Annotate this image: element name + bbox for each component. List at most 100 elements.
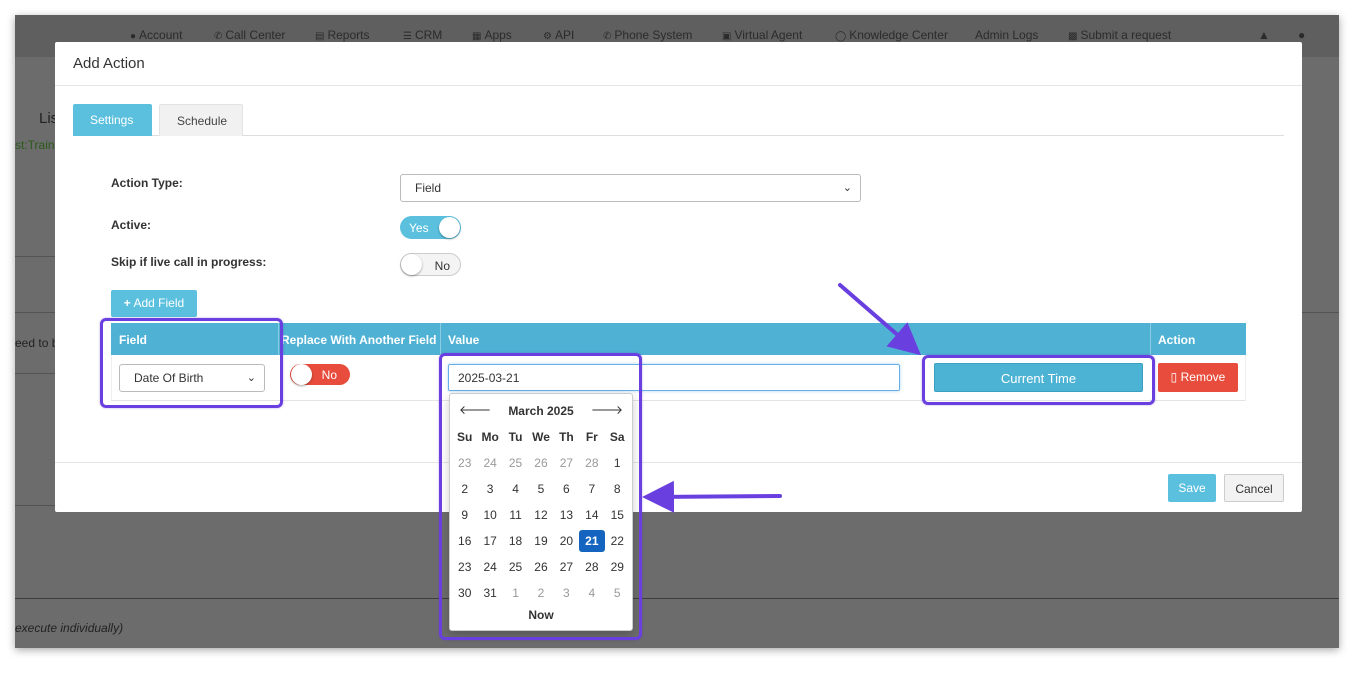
nav-api[interactable]: ⚙ API bbox=[543, 28, 574, 42]
field-select[interactable]: Date Of Birth ⌄ bbox=[119, 364, 265, 392]
skip-live-call-label: Skip if live call in progress: bbox=[111, 255, 267, 269]
calendar-day[interactable]: 12 bbox=[528, 504, 553, 526]
nav-knowledge-center[interactable]: ◯ Knowledge Center bbox=[835, 28, 948, 42]
calendar-day[interactable]: 11 bbox=[503, 504, 528, 526]
calendar-day[interactable]: 2 bbox=[452, 478, 477, 500]
header-divider bbox=[278, 323, 279, 355]
calendar-day[interactable]: 5 bbox=[528, 478, 553, 500]
phone-icon: ✆ bbox=[214, 31, 223, 42]
calendar-day[interactable]: 29 bbox=[605, 556, 630, 578]
header-divider bbox=[1150, 323, 1151, 355]
calendar-day[interactable]: 6 bbox=[554, 478, 579, 500]
replace-field-toggle[interactable]: No bbox=[290, 364, 350, 385]
calendar-day[interactable]: 15 bbox=[605, 504, 630, 526]
chevron-down-icon: ⌄ bbox=[842, 182, 852, 194]
nav-reports[interactable]: ▤ Reports bbox=[315, 28, 369, 42]
calendar-day[interactable]: 13 bbox=[554, 504, 579, 526]
user-menu-icon[interactable]: ● bbox=[1298, 28, 1305, 42]
calendar-day[interactable]: 1 bbox=[503, 582, 528, 604]
add-field-label: Add Field bbox=[133, 296, 185, 310]
nav-submit-request[interactable]: ▩ Submit a request bbox=[1068, 28, 1171, 42]
plus-icon: + bbox=[123, 296, 131, 310]
nav-account[interactable]: ● Account bbox=[130, 28, 182, 42]
calendar-day[interactable]: 24 bbox=[477, 556, 502, 578]
calendar-day[interactable]: 9 bbox=[452, 504, 477, 526]
nav-crm[interactable]: ☰ CRM bbox=[403, 28, 442, 42]
nav-apps[interactable]: ▦ Apps bbox=[472, 28, 512, 42]
add-field-button[interactable]: + Add Field bbox=[111, 290, 197, 317]
header-replace: Replace With Another Field bbox=[281, 333, 437, 347]
current-time-button[interactable]: Current Time bbox=[934, 363, 1143, 392]
gear-icon: ⚙ bbox=[543, 31, 552, 42]
calendar-day[interactable]: 4 bbox=[579, 582, 604, 604]
calendar-day[interactable]: 2 bbox=[528, 582, 553, 604]
datepicker-grid: Su Mo Tu We Th Fr Sa 23 24 25 26 27 28 1 2 3 4 5 6 7… bbox=[452, 424, 630, 606]
calendar-week-row: 2345678 bbox=[452, 476, 630, 502]
calendar-week-row: 23 24 25 26 27 28 1 bbox=[452, 450, 630, 476]
ticket-icon: ▩ bbox=[1068, 31, 1078, 42]
calendar-day[interactable]: 4 bbox=[503, 478, 528, 500]
action-type-select[interactable]: Field ⌄ bbox=[400, 174, 861, 202]
calendar-day[interactable]: 25 bbox=[503, 556, 528, 578]
grid-icon: ▦ bbox=[472, 31, 482, 42]
calendar-day[interactable]: 8 bbox=[605, 478, 630, 500]
nav-admin-logs[interactable]: Admin Logs bbox=[975, 28, 1038, 42]
calendar-day[interactable]: 30 bbox=[452, 582, 477, 604]
skip-live-call-toggle[interactable]: No bbox=[400, 253, 461, 276]
value-date-input[interactable]: 2025-03-21 bbox=[448, 364, 900, 391]
calendar-day[interactable]: 19 bbox=[528, 530, 553, 552]
tab-settings[interactable]: Settings bbox=[73, 104, 152, 136]
calendar-day[interactable]: 27 bbox=[554, 556, 579, 578]
calendar-day[interactable]: 22 bbox=[605, 530, 630, 552]
header-value: Value bbox=[448, 333, 480, 347]
chevron-down-icon: ⌄ bbox=[246, 372, 256, 384]
nav-call-center[interactable]: ✆ Call Center bbox=[214, 28, 285, 42]
save-button[interactable]: Save bbox=[1168, 474, 1216, 502]
calendar-week-row: 30 31 1 2 3 4 5 bbox=[452, 580, 630, 606]
calendar-day[interactable]: 28 bbox=[579, 452, 604, 474]
calendar-day[interactable]: 1 bbox=[605, 452, 630, 474]
nav-virtual-agent[interactable]: ▣ Virtual Agent bbox=[722, 28, 802, 42]
calendar-day[interactable]: 26 bbox=[528, 556, 553, 578]
modal-footer-divider bbox=[55, 462, 1302, 463]
calendar-day[interactable]: 10 bbox=[477, 504, 502, 526]
datepicker-now-button[interactable]: Now bbox=[450, 608, 632, 622]
remove-button[interactable]: ▯ Remove bbox=[1158, 363, 1238, 392]
fields-table-header: Field Replace With Another Field Value A… bbox=[111, 323, 1246, 355]
active-toggle-text: Yes bbox=[409, 221, 429, 235]
calendar-day[interactable]: 24 bbox=[477, 452, 502, 474]
calendar-day[interactable]: 25 bbox=[503, 452, 528, 474]
calendar-day[interactable]: 3 bbox=[554, 582, 579, 604]
nav-phone-system[interactable]: ✆ Phone System bbox=[603, 28, 692, 42]
active-label: Active: bbox=[111, 218, 152, 232]
next-month-arrow-icon[interactable]: 🡒 bbox=[591, 402, 623, 417]
calendar-day[interactable]: 7 bbox=[579, 478, 604, 500]
calendar-day[interactable]: 23 bbox=[452, 452, 477, 474]
active-toggle[interactable]: Yes bbox=[400, 216, 461, 239]
action-type-label: Action Type: bbox=[111, 176, 183, 190]
calendar-week-row: 16 17 18 19 20 21 22 bbox=[452, 528, 630, 554]
weekday-label: Fr bbox=[585, 430, 598, 444]
calendar-day[interactable]: 31 bbox=[477, 582, 502, 604]
calendar-day[interactable]: 27 bbox=[554, 452, 579, 474]
bg-divider bbox=[15, 505, 55, 506]
modal-title: Add Action bbox=[55, 42, 1302, 86]
calendar-day[interactable]: 3 bbox=[477, 478, 502, 500]
calendar-day[interactable]: 28 bbox=[579, 556, 604, 578]
calendar-day[interactable]: 26 bbox=[528, 452, 553, 474]
bg-text-fragment: execute individually) bbox=[15, 621, 124, 635]
calendar-day-selected[interactable]: 21 bbox=[579, 530, 605, 552]
calendar-day[interactable]: 16 bbox=[452, 530, 477, 552]
bar-chart-icon: ▤ bbox=[315, 31, 325, 42]
calendar-day[interactable]: 14 bbox=[579, 504, 604, 526]
calendar-day[interactable]: 17 bbox=[477, 530, 502, 552]
calendar-day[interactable]: 23 bbox=[452, 556, 477, 578]
weekday-label: Sa bbox=[609, 430, 625, 444]
calendar-day[interactable]: 20 bbox=[554, 530, 579, 552]
calendar-day[interactable]: 5 bbox=[605, 582, 630, 604]
toggle-knob bbox=[291, 364, 312, 385]
cancel-button[interactable]: Cancel bbox=[1224, 474, 1284, 502]
tab-schedule[interactable]: Schedule bbox=[159, 104, 243, 136]
calendar-day[interactable]: 18 bbox=[503, 530, 528, 552]
bell-icon[interactable]: ▲ bbox=[1258, 28, 1270, 42]
